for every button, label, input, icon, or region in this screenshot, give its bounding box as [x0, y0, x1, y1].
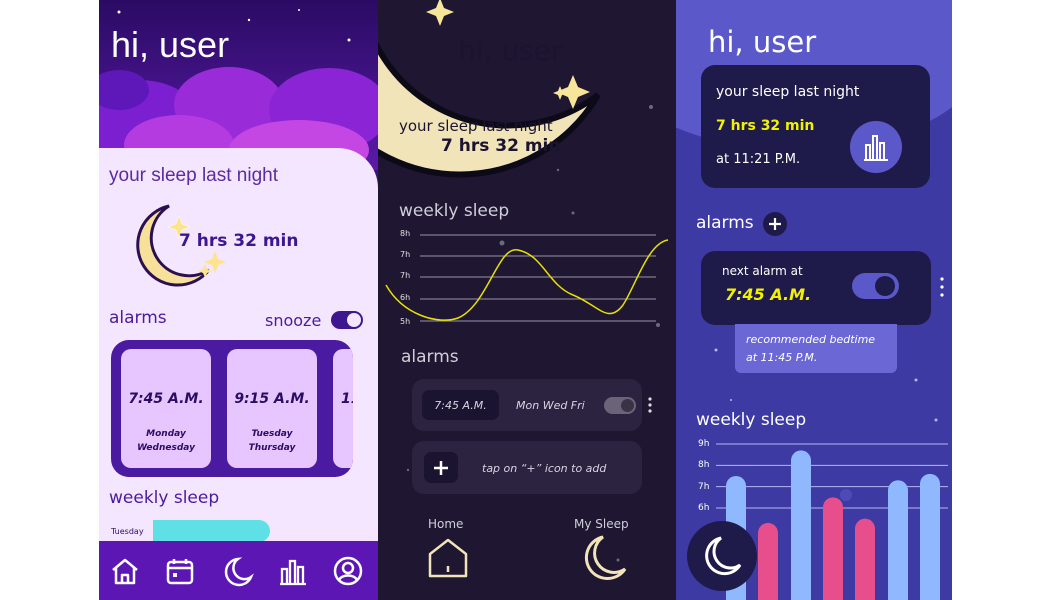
toggle-knob: [621, 399, 634, 412]
toggle-knob: [875, 276, 895, 296]
alarm-toggle[interactable]: [604, 397, 636, 414]
home-icon[interactable]: [426, 536, 470, 580]
nav-home-label: Home: [428, 517, 464, 531]
alarm-time: 11: [341, 391, 353, 407]
sleep-duration: 7 hrs 32 min: [179, 231, 299, 251]
sleep-time: at 11:21 P.M.: [716, 152, 801, 167]
alarm-time: 7:45 A.M.: [128, 391, 204, 407]
greeting: hi, user: [458, 34, 563, 67]
weekly-sleep-title: weekly sleep: [696, 410, 807, 430]
alarm-card[interactable]: 11: [333, 349, 353, 468]
sleep-card: your sleep last night 7 hrs 32 min at 11…: [701, 65, 930, 188]
alarm-toggle[interactable]: [852, 273, 899, 299]
snooze-toggle[interactable]: [331, 311, 363, 329]
weekly-sleep-title: weekly sleep: [109, 488, 220, 508]
screen-blue: hi, user your sleep last night 7 hrs 32 …: [676, 0, 952, 600]
moon-icon: [705, 536, 742, 576]
recommended-bedtime-tip: recommended bedtime at 11:45 P.M.: [735, 324, 897, 373]
alarms-title: alarms: [696, 213, 754, 233]
weekly-sleep-title: weekly sleep: [399, 201, 510, 221]
more-options-icon[interactable]: [938, 275, 946, 299]
nav-my-sleep-label: My Sleep: [574, 517, 629, 531]
alarms-title: alarms: [401, 347, 459, 367]
more-options-icon[interactable]: [646, 395, 654, 415]
next-alarm-time: 7:45 A.M.: [725, 285, 812, 304]
weekly-bar: [153, 520, 270, 542]
add-alarm-button[interactable]: [763, 212, 787, 236]
alarm-day: Wednesday: [137, 443, 195, 453]
bar: [855, 518, 875, 600]
add-alarm-row[interactable]: tap on “+” icon to add: [412, 441, 642, 494]
bar: [791, 450, 811, 600]
toggle-knob: [347, 313, 361, 327]
screen-light-purple: hi, user your sleep last night 7 hrs 32 …: [99, 0, 378, 600]
add-hint: tap on “+” icon to add: [482, 462, 607, 475]
home-icon[interactable]: [109, 555, 141, 587]
moon-icon[interactable]: [583, 533, 629, 583]
alarm-card[interactable]: 7:45 A.M. Monday Wednesday: [121, 349, 211, 468]
sleep-title: your sleep last night: [716, 84, 860, 100]
alarm-time: 9:15 A.M.: [234, 391, 310, 407]
alarm-day: Thursday: [248, 443, 296, 453]
greeting: hi, user: [708, 25, 817, 59]
alarm-days: Mon Wed Fri: [516, 399, 585, 412]
plus-icon: [434, 461, 448, 475]
alarm-time-box: 7:45 A.M.: [422, 390, 499, 420]
add-button[interactable]: [424, 452, 458, 483]
bar: [920, 473, 940, 600]
bottom-nav: [99, 541, 378, 600]
snooze-label: snooze: [265, 311, 322, 330]
sleep-duration: 7 hrs 32 min: [716, 118, 815, 134]
plus-icon: [769, 218, 781, 230]
greeting: hi, user: [111, 24, 230, 65]
recommended-line: at 11:45 P.M.: [746, 351, 818, 364]
next-alarm-card[interactable]: next alarm at 7:45 A.M.: [701, 251, 931, 325]
alarm-row[interactable]: 7:45 A.M. Mon Wed Fri: [412, 379, 642, 431]
screen-dark-moon: hi, user your sleep last night 7 hrs 32 …: [378, 0, 676, 600]
alarm-time: 7:45 A.M.: [434, 399, 487, 412]
alarm-card[interactable]: 9:15 A.M. Tuesday Thursday: [227, 349, 317, 468]
sleep-fab[interactable]: [687, 521, 757, 591]
chart-icon[interactable]: [277, 555, 309, 587]
calendar-icon[interactable]: [164, 555, 196, 587]
sleep-title: your sleep last night: [399, 117, 553, 135]
next-alarm-label: next alarm at: [722, 264, 803, 278]
sleep-line: [385, 239, 669, 321]
alarms-title: alarms: [109, 308, 167, 328]
sleep-title: your sleep last night: [109, 165, 278, 186]
chart-icon: [864, 135, 888, 161]
bar: [888, 480, 908, 600]
recommended-line: recommended bedtime: [746, 333, 876, 346]
moon-icon[interactable]: [221, 555, 255, 589]
bar: [758, 522, 778, 600]
alarm-day: Monday: [146, 429, 186, 439]
profile-icon[interactable]: [332, 555, 364, 587]
alarms-carousel[interactable]: 7:45 A.M. Monday Wednesday 9:15 A.M. Tue…: [111, 340, 353, 477]
weekly-line-chart: [385, 234, 669, 322]
stats-button[interactable]: [850, 121, 902, 173]
bar: [823, 497, 843, 600]
alarm-day: Tuesday: [251, 429, 293, 439]
sleep-duration: 7 hrs 32 min: [441, 136, 561, 156]
weekly-day-label: Tuesday: [111, 527, 144, 536]
